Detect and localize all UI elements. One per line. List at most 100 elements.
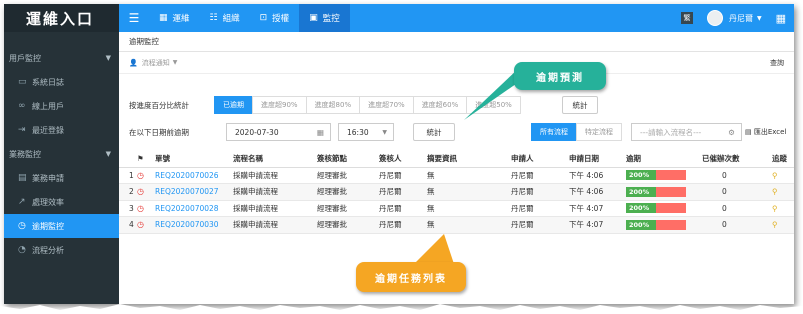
chevron-down-icon: ▼ bbox=[105, 150, 111, 158]
col-summary: 摘要資訊 bbox=[427, 151, 511, 168]
tab-label: 授權 bbox=[272, 14, 290, 24]
apply-date: 下午 4:06 bbox=[569, 167, 626, 184]
flow-name: 採購申請流程 bbox=[233, 167, 317, 184]
sign-node: 經理審批 bbox=[317, 200, 379, 217]
language-badge[interactable]: 繁 bbox=[680, 12, 693, 24]
sidebar-item-label: 最近登錄 bbox=[32, 125, 64, 135]
stat-button[interactable]: 統計 bbox=[562, 96, 598, 114]
avatar[interactable] bbox=[706, 10, 723, 26]
reminder-count: 0 bbox=[702, 216, 772, 234]
sidebar-section-business-monitor[interactable]: 業務監控 ▼ bbox=[4, 142, 119, 166]
chevron-down-icon[interactable]: ▼ bbox=[173, 59, 178, 66]
user-name[interactable]: 丹尼爾 bbox=[729, 13, 753, 24]
sidebar-item-label: 線上用戶 bbox=[32, 101, 64, 111]
apps-grid-icon[interactable]: ▦ bbox=[776, 12, 786, 25]
col-track: 追蹤 bbox=[772, 151, 794, 168]
percent-option-60[interactable]: 進度超60% bbox=[412, 96, 468, 114]
location-pin-icon[interactable]: ⚲ bbox=[772, 183, 794, 201]
chevron-down-icon[interactable]: ▼ bbox=[757, 15, 762, 22]
table-row[interactable]: 1 ◷ REQ2020070026 採購申請流程 經理審批 丹尼爾 無 丹尼爾 … bbox=[119, 167, 794, 184]
table-row[interactable]: 4 ◷ REQ2020070030 採購申請流程 經理審批 丹尼爾 無 丹尼爾 … bbox=[119, 216, 794, 234]
percent-option-90[interactable]: 進度超90% bbox=[252, 96, 307, 114]
export-excel-button[interactable]: ▤ 匯出Excel bbox=[745, 127, 786, 137]
time-value: 16:30 bbox=[347, 127, 369, 137]
overdue-bar: 200% bbox=[626, 200, 702, 217]
grid-icon: ▦ bbox=[159, 13, 168, 23]
clock-icon: ◷ bbox=[18, 221, 26, 231]
sidebar-item-efficiency[interactable]: ↗ 處理效率 bbox=[4, 190, 119, 214]
signer: 丹尼爾 bbox=[379, 183, 427, 201]
tab-auth[interactable]: ⊡ 授權 bbox=[250, 4, 300, 32]
query-link[interactable]: 查詢 bbox=[770, 58, 784, 68]
alarm-clock-icon: ◷ bbox=[137, 167, 155, 184]
request-id-link[interactable]: REQ2020070027 bbox=[155, 183, 233, 201]
signer: 丹尼爾 bbox=[379, 216, 427, 234]
time-select[interactable]: 16:30 ▼ bbox=[338, 123, 394, 141]
sidebar-item-flow-analysis[interactable]: ◔ 流程分析 bbox=[4, 238, 119, 262]
table-row[interactable]: 2 ◷ REQ2020070027 採購申請流程 經理審批 丹尼爾 無 丹尼爾 … bbox=[119, 183, 794, 201]
request-id-link[interactable]: REQ2020070030 bbox=[155, 216, 233, 234]
flow-name-placeholder: ---請輸入流程名--- bbox=[640, 127, 702, 137]
signer: 丹尼爾 bbox=[379, 200, 427, 217]
alarm-clock-icon: ◷ bbox=[137, 200, 155, 217]
flow-option-specific[interactable]: 特定流程 bbox=[576, 123, 622, 141]
lock-icon: ⊡ bbox=[259, 13, 268, 23]
tab-label: 監控 bbox=[322, 14, 340, 24]
applicant: 丹尼爾 bbox=[511, 216, 569, 234]
section-label: 用戶監控 bbox=[9, 53, 41, 63]
sidebar-item-label: 流程分析 bbox=[32, 245, 64, 255]
table-row[interactable]: 3 ◷ REQ2020070028 採購申請流程 經理審批 丹尼爾 無 丹尼爾 … bbox=[119, 200, 794, 217]
col-node: 簽核節點 bbox=[317, 151, 379, 168]
reminder-count: 0 bbox=[702, 183, 772, 201]
flow-option-all[interactable]: 所有流程 bbox=[531, 123, 577, 141]
tab-ops[interactable]: ▦ 運維 bbox=[149, 4, 200, 32]
location-pin-icon[interactable]: ⚲ bbox=[772, 200, 794, 217]
table-header-row: ⚑ 單號 流程名稱 簽核節點 簽核人 摘要資訊 申請人 申請日期 逾期 已催辦次… bbox=[119, 151, 794, 168]
overdue-percent: 200% bbox=[626, 219, 656, 230]
tab-label: 運維 bbox=[172, 14, 190, 24]
overdue-bar: 200% bbox=[626, 167, 702, 184]
request-id-link[interactable]: REQ2020070028 bbox=[155, 200, 233, 217]
sidebar-item-system-log[interactable]: ▭ 系統日誌 bbox=[4, 70, 119, 94]
chevron-down-icon: ▼ bbox=[105, 54, 111, 62]
sidebar-item-online-users[interactable]: ∞ 線上用戶 bbox=[4, 94, 119, 118]
stat-button-2[interactable]: 統計 bbox=[413, 123, 455, 141]
flow-name: 採購申請流程 bbox=[233, 183, 317, 201]
toolbar-row: 👤 流程通知 ▼ 查詢 bbox=[119, 52, 794, 74]
chart-icon: ▣ bbox=[309, 13, 318, 23]
sidebar-item-overdue-monitor[interactable]: ◷ 逾期監控 bbox=[4, 214, 119, 238]
row-number: 1 bbox=[119, 167, 137, 184]
process-notice-dropdown[interactable]: 流程通知 bbox=[142, 58, 170, 68]
callout-task-list: 逾期任務列表 bbox=[356, 262, 466, 292]
brand-title: 運維入口 bbox=[4, 4, 119, 32]
applicant: 丹尼爾 bbox=[511, 200, 569, 217]
callout-predict: 逾期預測 bbox=[514, 62, 606, 90]
menu-toggle-icon[interactable]: ☰ bbox=[119, 11, 149, 25]
date-input[interactable]: 2020-07-30 ▦ bbox=[226, 123, 331, 141]
percent-option-overdue[interactable]: 已逾期 bbox=[214, 96, 253, 114]
sidebar-section-user-monitor[interactable]: 用戶監控 ▼ bbox=[4, 46, 119, 70]
monitor-icon: ▭ bbox=[18, 77, 27, 87]
flow-name: 採購申請流程 bbox=[233, 216, 317, 234]
login-icon: ⇥ bbox=[18, 125, 26, 135]
calendar-icon[interactable]: ▦ bbox=[317, 128, 324, 137]
location-pin-icon[interactable]: ⚲ bbox=[772, 167, 794, 184]
request-id-link[interactable]: REQ2020070026 bbox=[155, 167, 233, 184]
gear-icon[interactable]: ⚙ bbox=[728, 128, 735, 137]
sidebar-item-recent-login[interactable]: ⇥ 最近登錄 bbox=[4, 118, 119, 142]
date-value: 2020-07-30 bbox=[235, 127, 279, 137]
col-overdue: 逾期 bbox=[626, 151, 702, 168]
flow-name-input[interactable]: ---請輸入流程名--- ⚙ bbox=[631, 123, 742, 141]
user-icon: 👤 bbox=[129, 58, 138, 67]
tab-org[interactable]: ☷ 組織 bbox=[200, 4, 250, 32]
location-pin-icon[interactable]: ⚲ bbox=[772, 216, 794, 234]
percent-option-70[interactable]: 進度超70% bbox=[359, 96, 414, 114]
percent-option-80[interactable]: 進度超80% bbox=[305, 96, 361, 114]
signer: 丹尼爾 bbox=[379, 167, 427, 184]
col-reminder-count: 已催辦次數 bbox=[702, 151, 772, 168]
summary: 無 bbox=[427, 200, 511, 217]
overdue-bar: 200% bbox=[626, 216, 702, 234]
tab-monitor[interactable]: ▣ 監控 bbox=[299, 4, 350, 32]
sidebar-item-business-apply[interactable]: ▤ 業務申請 bbox=[4, 166, 119, 190]
sign-node: 經理審批 bbox=[317, 167, 379, 184]
